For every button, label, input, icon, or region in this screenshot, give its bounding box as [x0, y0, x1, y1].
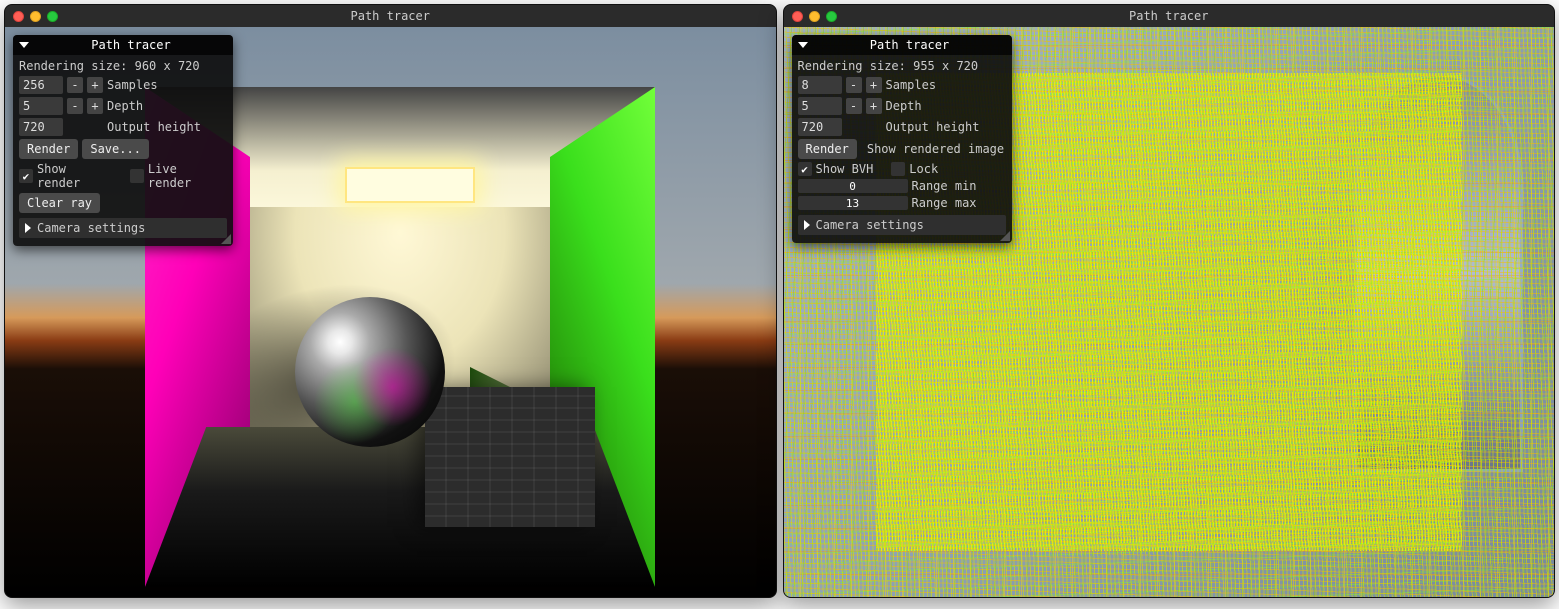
- samples-minus-button[interactable]: -: [846, 77, 862, 93]
- bvh-viewport[interactable]: Path tracer Rendering size: 955 x 720 8 …: [784, 27, 1555, 597]
- output-height-label: Output height: [886, 120, 980, 134]
- depth-plus-button[interactable]: +: [866, 98, 882, 114]
- live-render-label: Live render: [148, 162, 227, 190]
- panel-header[interactable]: Path tracer: [13, 35, 233, 55]
- save-button[interactable]: Save...: [82, 139, 149, 159]
- depth-input[interactable]: 5: [19, 97, 63, 115]
- range-min-value: 0: [798, 179, 908, 193]
- rendering-size-label: Rendering size: 955 x 720: [798, 59, 1006, 73]
- samples-input[interactable]: 256: [19, 76, 63, 94]
- samples-label: Samples: [107, 78, 158, 92]
- expand-icon[interactable]: [25, 223, 31, 233]
- control-panel[interactable]: Path tracer Rendering size: 955 x 720 8 …: [792, 35, 1012, 243]
- samples-plus-button[interactable]: +: [87, 77, 103, 93]
- range-max-value: 13: [798, 196, 908, 210]
- lock-checkbox[interactable]: [891, 162, 905, 176]
- output-height-input[interactable]: 720: [798, 118, 842, 136]
- lock-label: Lock: [909, 162, 938, 176]
- app-window-left: Path tracer Path tracer Rendering size: …: [4, 4, 777, 598]
- window-title: Path tracer: [784, 9, 1555, 23]
- collapse-icon[interactable]: [19, 42, 29, 48]
- expand-icon[interactable]: [804, 220, 810, 230]
- depth-minus-button[interactable]: -: [67, 98, 83, 114]
- show-render-checkbox[interactable]: [19, 169, 33, 183]
- render-viewport[interactable]: Path tracer Rendering size: 960 x 720 25…: [5, 27, 776, 597]
- app-window-right: Path tracer Path tracer Rendering size: …: [783, 4, 1556, 598]
- render-button[interactable]: Render: [798, 139, 857, 159]
- camera-settings-label: Camera settings: [37, 221, 145, 235]
- range-max-slider[interactable]: 13: [798, 196, 908, 210]
- clear-ray-button[interactable]: Clear ray: [19, 193, 100, 213]
- show-rendered-image-button[interactable]: Show rendered image: [867, 142, 1004, 156]
- resize-handle-icon[interactable]: [221, 234, 231, 244]
- titlebar[interactable]: Path tracer: [784, 5, 1555, 27]
- samples-minus-button[interactable]: -: [67, 77, 83, 93]
- depth-label: Depth: [886, 99, 922, 113]
- resize-handle-icon[interactable]: [1000, 231, 1010, 241]
- range-min-slider[interactable]: 0: [798, 179, 908, 193]
- panel-header[interactable]: Path tracer: [792, 35, 1012, 55]
- samples-input[interactable]: 8: [798, 76, 842, 94]
- samples-plus-button[interactable]: +: [866, 77, 882, 93]
- panel-title: Path tracer: [814, 38, 1006, 52]
- camera-settings-label: Camera settings: [816, 218, 924, 232]
- control-panel[interactable]: Path tracer Rendering size: 960 x 720 25…: [13, 35, 233, 246]
- show-bvh-checkbox[interactable]: [798, 162, 812, 176]
- collapse-icon[interactable]: [798, 42, 808, 48]
- rendering-size-label: Rendering size: 960 x 720: [19, 59, 227, 73]
- camera-settings-section[interactable]: Camera settings: [19, 218, 227, 238]
- depth-minus-button[interactable]: -: [846, 98, 862, 114]
- show-bvh-label: Show BVH: [816, 162, 874, 176]
- range-max-label: Range max: [912, 196, 977, 210]
- show-render-label: Show render: [37, 162, 116, 190]
- panel-title: Path tracer: [35, 38, 227, 52]
- window-title: Path tracer: [5, 9, 776, 23]
- render-button[interactable]: Render: [19, 139, 78, 159]
- depth-label: Depth: [107, 99, 143, 113]
- titlebar[interactable]: Path tracer: [5, 5, 776, 27]
- output-height-label: Output height: [107, 120, 201, 134]
- range-min-label: Range min: [912, 179, 977, 193]
- camera-settings-section[interactable]: Camera settings: [798, 215, 1006, 235]
- samples-label: Samples: [886, 78, 937, 92]
- output-height-input[interactable]: 720: [19, 118, 63, 136]
- depth-plus-button[interactable]: +: [87, 98, 103, 114]
- live-render-checkbox[interactable]: [130, 169, 144, 183]
- depth-input[interactable]: 5: [798, 97, 842, 115]
